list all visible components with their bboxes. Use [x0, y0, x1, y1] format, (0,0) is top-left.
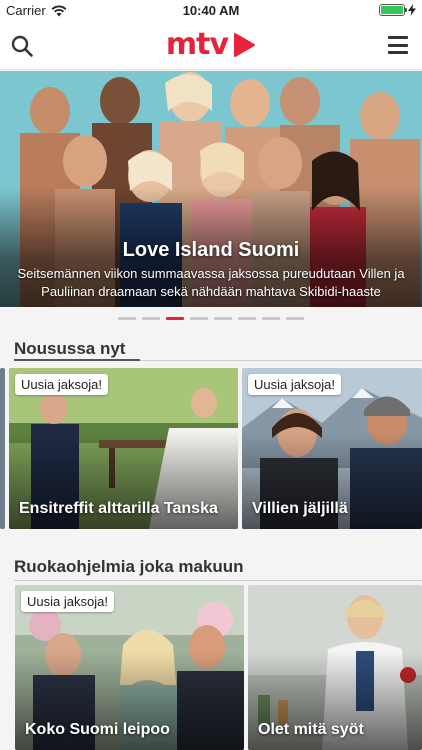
battery-icon [379, 4, 407, 16]
show-card[interactable]: Uusia jaksoja! Ensitreffit alttarilla Ta… [9, 368, 238, 529]
section-title-trending: Nousussa nyt [14, 339, 126, 358]
hero-banner[interactable]: Love Island Suomi Seitsemännen viikon su… [0, 71, 422, 307]
carousel-dot[interactable] [286, 317, 304, 320]
carousel-dot[interactable] [166, 317, 184, 320]
charging-bolt-icon [408, 4, 416, 16]
section-title-food: Ruokaohjelmia joka makuun [14, 557, 244, 576]
hamburger-menu-icon[interactable] [388, 36, 408, 54]
new-episodes-badge: Uusia jaksoja! [248, 374, 341, 395]
section-divider [96, 360, 422, 361]
carousel-pager [0, 317, 422, 320]
carousel-dot[interactable] [142, 317, 160, 320]
show-title: Olet mitä syöt [258, 721, 364, 738]
carousel-dot[interactable] [118, 317, 136, 320]
carousel-dot[interactable] [238, 317, 256, 320]
mtv-logo[interactable]: mtv [0, 28, 422, 62]
show-title: Koko Suomi leipoo [25, 721, 170, 738]
carousel-dot[interactable] [262, 317, 280, 320]
play-triangle-icon [234, 33, 256, 57]
section-divider-accent [14, 359, 140, 361]
new-episodes-badge: Uusia jaksoja! [21, 591, 114, 612]
new-episodes-badge: Uusia jaksoja! [15, 374, 108, 395]
section-divider [14, 580, 422, 581]
logo-wordmark: mtv [165, 27, 229, 62]
show-title: Ensitreffit alttarilla Tanska [19, 500, 218, 517]
card-peek-left[interactable] [0, 368, 5, 529]
show-card[interactable]: Uusia jaksoja! Koko Suomi leipoo [15, 585, 244, 750]
show-card[interactable]: Uusia jaksoja! Villien jäljillä [242, 368, 422, 529]
clock: 10:40 AM [182, 3, 240, 18]
top-nav-bar: mtv [0, 22, 422, 70]
show-title: Villien jäljillä [252, 500, 348, 517]
carousel-dot[interactable] [214, 317, 232, 320]
carousel-dot[interactable] [190, 317, 208, 320]
status-right [379, 4, 416, 16]
show-card[interactable]: Olet mitä syöt [248, 585, 422, 750]
hero-description: Seitsemännen viikon summaavassa jaksossa… [17, 266, 405, 299]
status-bar: Carrier 10:40 AM [0, 0, 422, 22]
hero-title: Love Island Suomi [122, 239, 300, 261]
